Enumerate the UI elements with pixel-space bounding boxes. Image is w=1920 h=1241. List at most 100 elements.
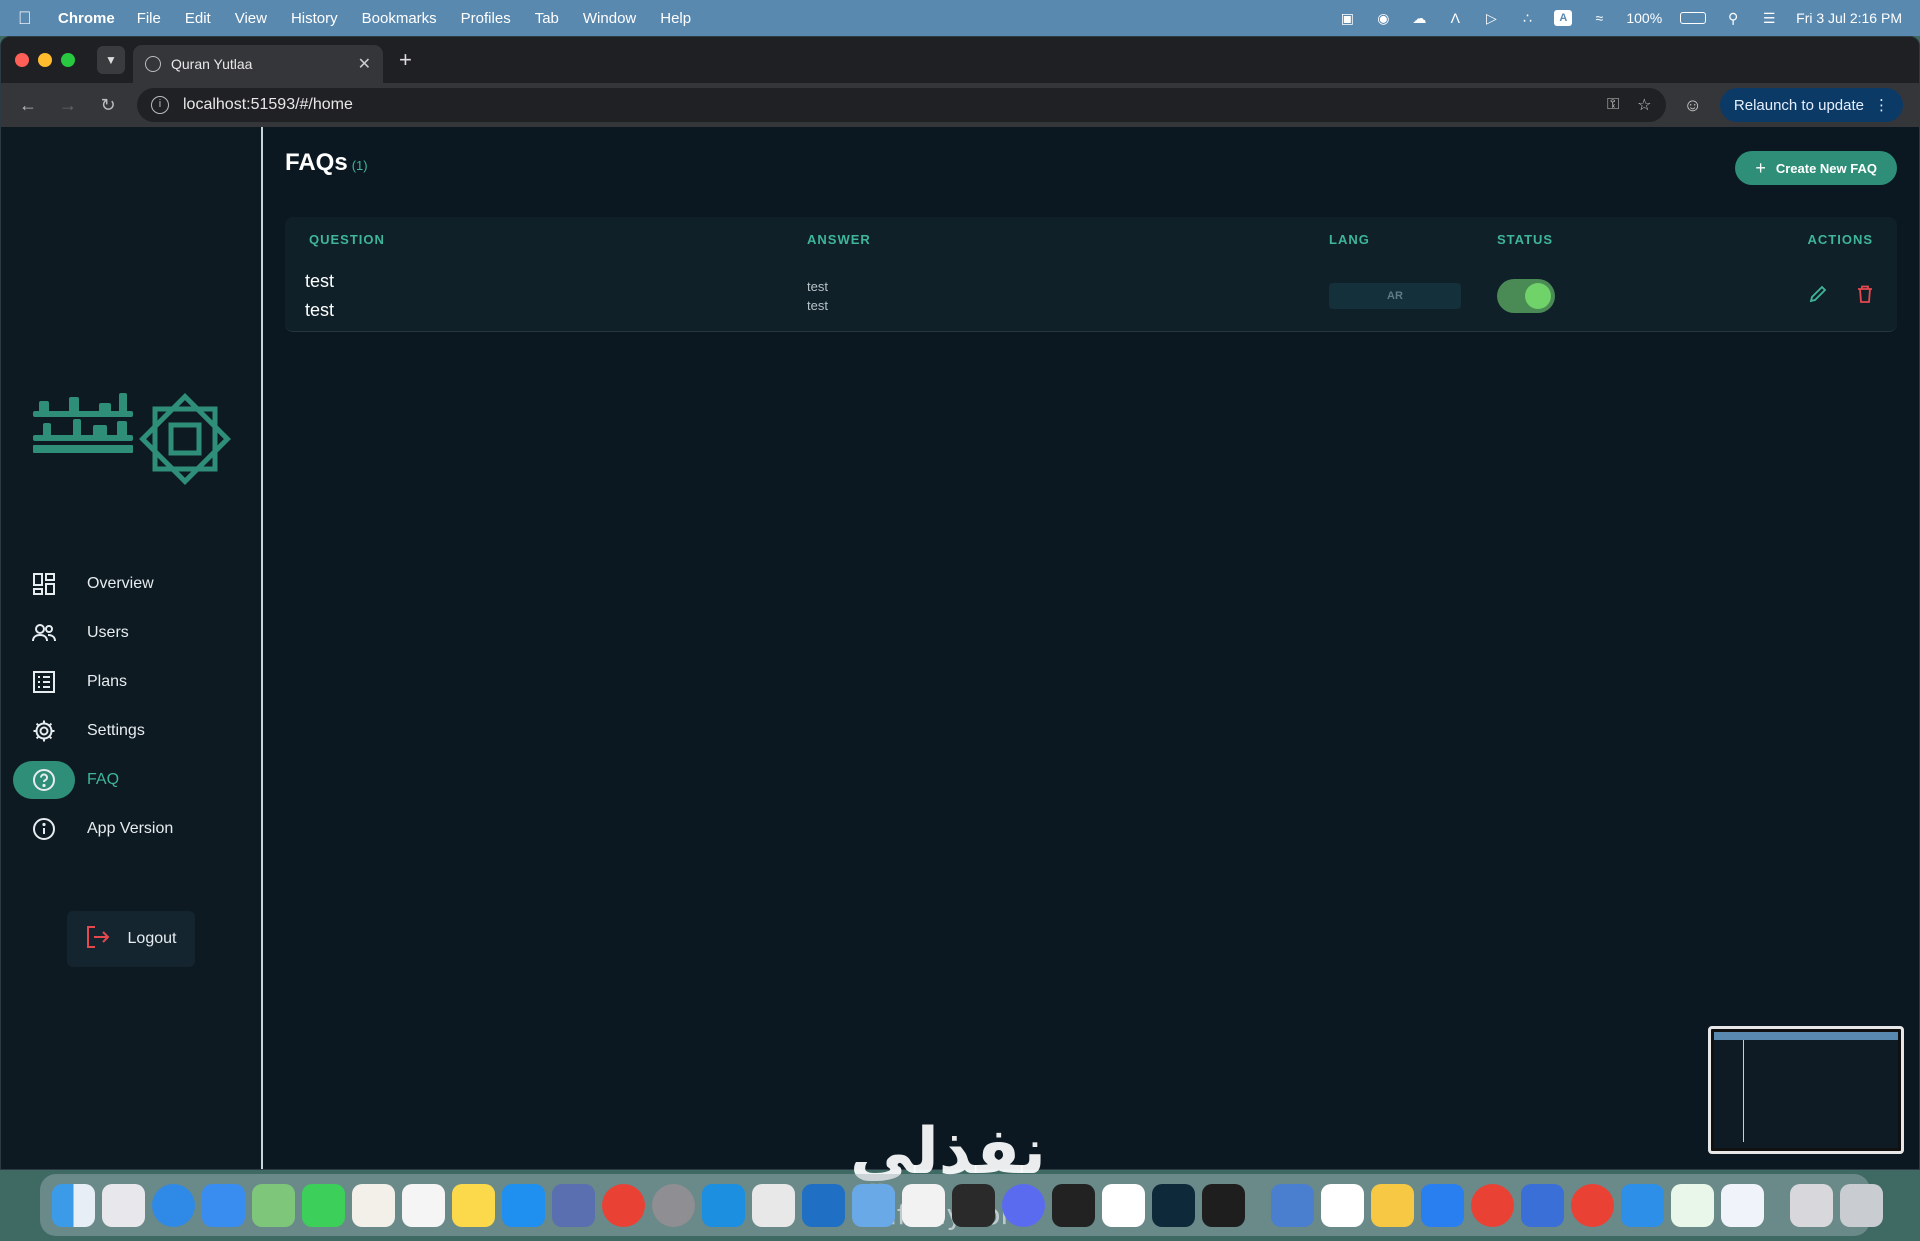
sidebar-item-label: Users xyxy=(87,624,129,641)
apple-icon[interactable]:  xyxy=(18,8,40,29)
status-app-icon[interactable]: ◉ xyxy=(1374,10,1392,26)
sidebar-item-overview[interactable]: Overview xyxy=(13,565,249,603)
sidebar-item-settings[interactable]: Settings xyxy=(13,712,249,750)
bookmark-star-icon[interactable]: ☆ xyxy=(1637,95,1651,115)
menu-app-name[interactable]: Chrome xyxy=(58,10,115,27)
terminal-icon[interactable] xyxy=(1052,1183,1095,1227)
logout-button[interactable]: Logout xyxy=(67,911,195,967)
xcode-icon[interactable] xyxy=(1621,1183,1664,1227)
url-text[interactable]: localhost:51593/#/home xyxy=(183,96,1589,114)
actions-cell xyxy=(1757,285,1897,308)
warp-icon[interactable] xyxy=(902,1183,945,1227)
finder-icon[interactable] xyxy=(52,1183,95,1227)
column-header-status[interactable]: STATUS xyxy=(1497,232,1757,247)
menu-edit[interactable]: Edit xyxy=(185,10,211,27)
tab-search-dropdown[interactable]: ▼ xyxy=(97,46,125,74)
cloud-icon[interactable]: ☁ xyxy=(1410,10,1428,26)
sidebar: Overview Users Plans Settings FAQ App Ve… xyxy=(1,127,263,1169)
input-source-icon[interactable]: A xyxy=(1554,10,1573,26)
android-studio-icon[interactable] xyxy=(1152,1183,1195,1227)
wifi-icon[interactable]: ≈ xyxy=(1590,10,1608,26)
play-icon[interactable]: ▷ xyxy=(1482,10,1500,26)
testflight-icon[interactable] xyxy=(1102,1183,1145,1227)
app-icon[interactable] xyxy=(952,1183,995,1227)
control-center-icon[interactable]: ☰ xyxy=(1760,10,1778,26)
sidebar-item-app-version[interactable]: App Version xyxy=(13,810,249,848)
messenger-icon[interactable] xyxy=(1002,1183,1045,1227)
menu-bookmarks[interactable]: Bookmarks xyxy=(362,10,437,27)
sidebar-item-faq[interactable]: FAQ xyxy=(13,761,249,799)
lightbulb-icon[interactable] xyxy=(1371,1183,1414,1227)
reload-icon[interactable]: ↻ xyxy=(97,95,119,116)
sidebar-item-users[interactable]: Users xyxy=(13,614,249,652)
zed-icon[interactable] xyxy=(1202,1183,1245,1227)
address-bar[interactable]: i localhost:51593/#/home ⚿ ☆ xyxy=(137,88,1666,122)
folder-icon[interactable] xyxy=(852,1183,895,1227)
sidebar-item-plans[interactable]: Plans xyxy=(13,663,249,701)
app-icon[interactable] xyxy=(1721,1183,1764,1227)
safari-icon[interactable] xyxy=(152,1183,195,1227)
battery-icon[interactable] xyxy=(1680,12,1707,24)
back-icon[interactable]: ← xyxy=(17,95,39,116)
menu-clock[interactable]: Fri 3 Jul 2:16 PM xyxy=(1796,10,1902,26)
menu-help[interactable]: Help xyxy=(660,10,691,27)
relaunch-button[interactable]: Relaunch to update ⋮ xyxy=(1719,88,1903,122)
column-header-lang[interactable]: LANG xyxy=(1329,232,1497,247)
more-menu-icon[interactable]: ⋮ xyxy=(1874,96,1889,114)
zoom-window-button[interactable] xyxy=(61,53,75,67)
browser-toolbar: ← → ↻ i localhost:51593/#/home ⚿ ☆ ☺ Rel… xyxy=(1,83,1919,127)
forward-icon[interactable]: → xyxy=(57,95,79,116)
status-app-icon[interactable]: Λ xyxy=(1446,10,1464,26)
menu-file[interactable]: File xyxy=(137,10,161,27)
photos-icon[interactable] xyxy=(352,1183,395,1227)
site-info-icon[interactable]: i xyxy=(151,96,169,114)
launchpad-icon[interactable] xyxy=(102,1183,145,1227)
notes-icon[interactable] xyxy=(452,1183,495,1227)
new-tab-button[interactable]: + xyxy=(399,47,412,73)
status-toggle[interactable] xyxy=(1497,279,1555,313)
system-settings-icon[interactable] xyxy=(652,1183,695,1227)
edit-pencil-icon[interactable] xyxy=(1809,285,1827,308)
status-app-icon[interactable]: ▣ xyxy=(1338,10,1356,26)
vscode-icon[interactable] xyxy=(802,1183,845,1227)
close-window-button[interactable] xyxy=(15,53,29,67)
close-tab-icon[interactable]: ✕ xyxy=(358,54,371,74)
sidebar-item-label: App Version xyxy=(87,820,174,837)
chrome-icon[interactable] xyxy=(1571,1183,1614,1227)
chrome-icon[interactable] xyxy=(602,1183,645,1227)
minimize-window-button[interactable] xyxy=(38,53,52,67)
reminders-icon[interactable] xyxy=(402,1183,445,1227)
lang-badge: AR xyxy=(1329,283,1461,309)
create-faq-button[interactable]: + Create New FAQ xyxy=(1735,151,1897,185)
menu-history[interactable]: History xyxy=(291,10,338,27)
tableplus-icon[interactable] xyxy=(752,1183,795,1227)
delete-trash-icon[interactable] xyxy=(1857,285,1873,308)
profile-icon[interactable]: ☺ xyxy=(1684,95,1702,116)
browser-tab[interactable]: Quran Yutlaa ✕ xyxy=(133,45,383,83)
calendar-icon[interactable] xyxy=(1321,1183,1364,1227)
trash-icon[interactable] xyxy=(1840,1183,1883,1227)
downloads-icon[interactable] xyxy=(1790,1183,1833,1227)
menu-tab[interactable]: Tab xyxy=(535,10,559,27)
maps-icon[interactable] xyxy=(252,1183,295,1227)
app-icon[interactable] xyxy=(1671,1183,1714,1227)
search-icon[interactable]: ⚲ xyxy=(1724,10,1742,26)
screenshot-thumbnail[interactable] xyxy=(1708,1026,1904,1154)
password-key-icon[interactable]: ⚿ xyxy=(1607,96,1619,114)
status-app-icon[interactable]: ∴ xyxy=(1518,10,1536,26)
facetime-icon[interactable] xyxy=(302,1183,345,1227)
mail-icon[interactable] xyxy=(202,1183,245,1227)
app-icon[interactable] xyxy=(1521,1183,1564,1227)
menu-window[interactable]: Window xyxy=(583,10,636,27)
column-header-question[interactable]: QUESTION xyxy=(285,232,807,247)
column-header-answer[interactable]: ANSWER xyxy=(807,232,1329,247)
simulator-icon[interactable] xyxy=(552,1183,595,1227)
menu-profiles[interactable]: Profiles xyxy=(461,10,511,27)
app-store-icon[interactable] xyxy=(502,1183,545,1227)
menu-view[interactable]: View xyxy=(235,10,267,27)
table-row[interactable]: test test test test AR xyxy=(285,261,1897,331)
chrome-icon[interactable] xyxy=(1471,1183,1514,1227)
docker-icon[interactable] xyxy=(702,1183,745,1227)
app-icon[interactable] xyxy=(1421,1183,1464,1227)
app-icon[interactable] xyxy=(1271,1183,1314,1227)
